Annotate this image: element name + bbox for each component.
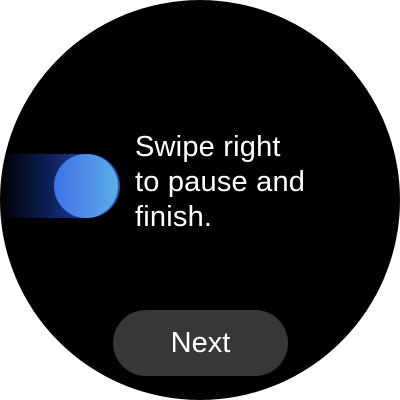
instruction-text: Swipe right to pause and finish. <box>135 130 385 235</box>
watch-screen: Swipe right to pause and finish. Next <box>0 0 400 400</box>
instruction-line: to pause and <box>135 166 306 198</box>
swipe-handle-icon[interactable] <box>54 154 118 218</box>
next-button[interactable]: Next <box>113 310 288 376</box>
instruction-line: finish. <box>135 201 213 233</box>
instruction-line: Swipe right <box>135 131 281 163</box>
